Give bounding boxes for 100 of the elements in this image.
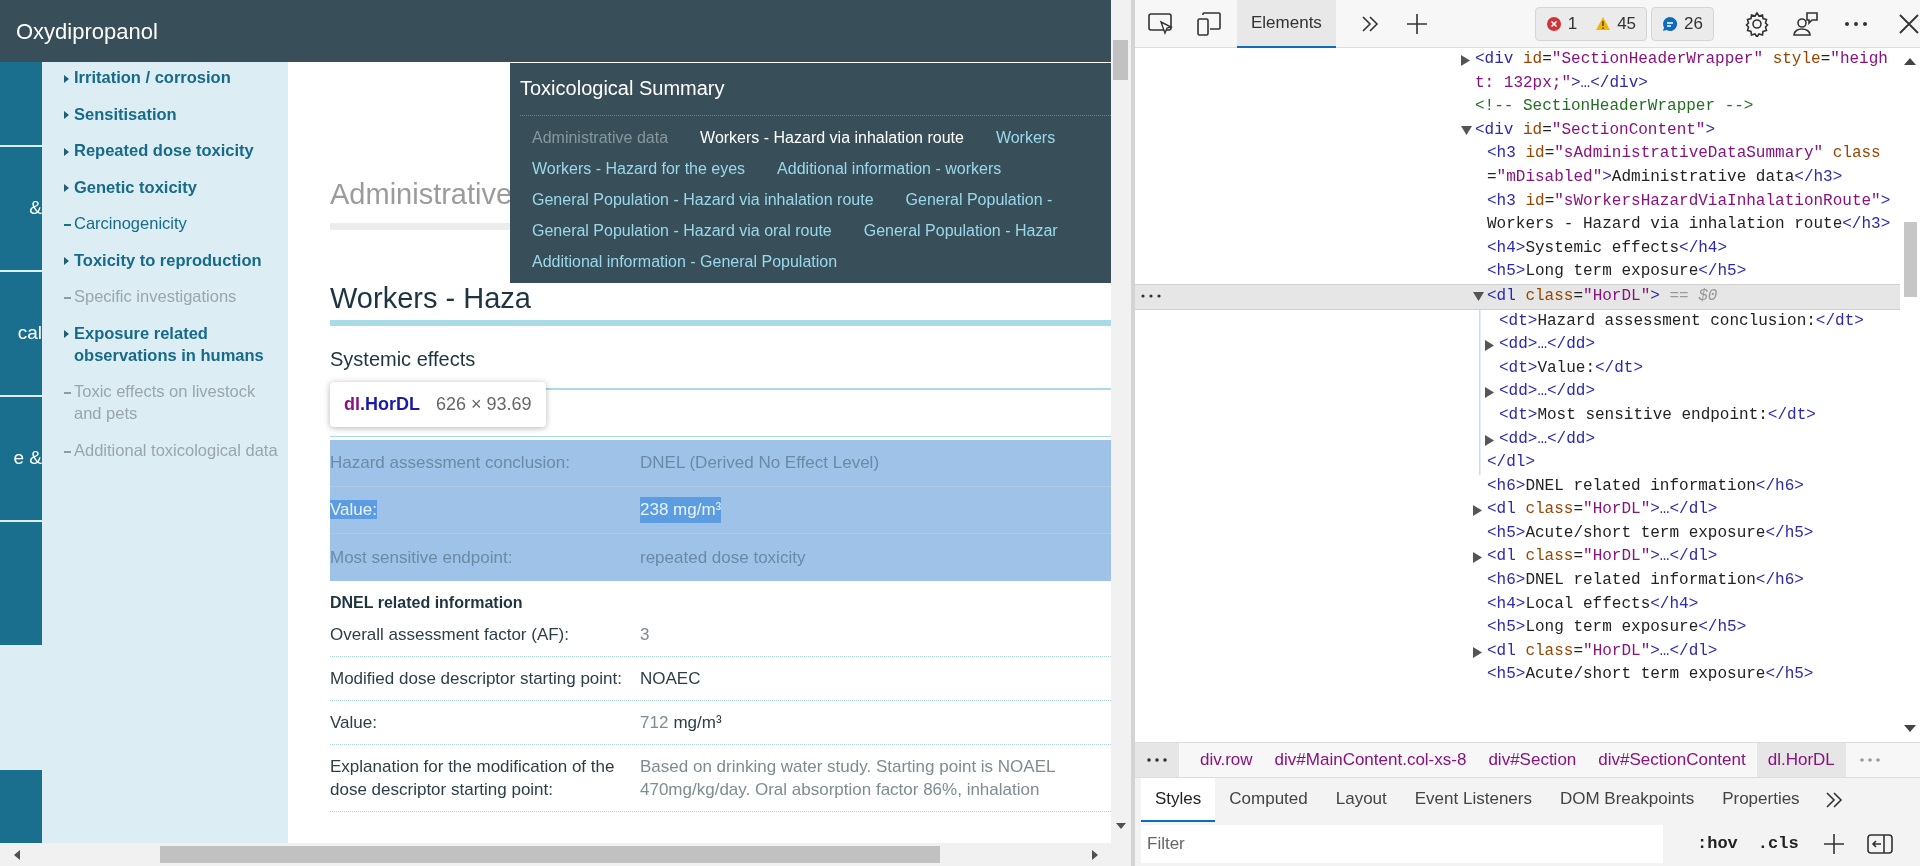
nav-link[interactable]: Repeated dose toxicity [74,139,254,161]
field-label: Value: [330,712,378,734]
dom-node[interactable]: <dl class="HorDL">…</dl> [1487,498,1718,522]
caret-icon[interactable] [1473,505,1482,517]
nav-link[interactable]: Irritation / corrosion [74,66,231,88]
panel-tab[interactable]: Styles [1141,778,1216,822]
side-tab-label: & [29,196,42,221]
nav-link[interactable]: Genetic toxicity [74,175,197,198]
more-icon[interactable] [1141,293,1161,298]
panel-tab[interactable]: DOM Breakpoints [1545,778,1709,822]
dom-node[interactable]: <h3 id="sWorkersHazardViaInhalationRoute"> Workers - Hazard via inhalation route</h3> [1487,189,1894,237]
side-tab[interactable]: & [0,147,42,270]
panel-tab[interactable]: Properties [1708,778,1814,822]
summary-link[interactable]: General Population - Hazard via oral route [532,218,832,243]
summary-link[interactable]: General Population - Hazard via inhalation route [532,187,874,212]
nav-link[interactable]: Toxicity to reproduction [74,248,262,271]
nav-link[interactable]: Exposure related observations in humans [74,321,284,366]
issues-badge[interactable]: 1 45 [1534,6,1648,41]
messages-badge[interactable]: 26 [1651,6,1714,41]
caret-icon[interactable] [1485,387,1494,399]
panel-tab[interactable]: Computed [1215,778,1322,822]
panel-tab[interactable]: Layout [1321,778,1401,822]
dom-node[interactable]: <h6>DNEL related information</h6> [1487,474,1804,499]
toggle-button[interactable]: :hov [1687,831,1748,857]
caret-icon[interactable] [1473,552,1482,564]
summary-link[interactable]: Workers [995,125,1056,150]
settings-icon[interactable] [1744,10,1770,37]
scrollbar[interactable] [1111,0,1131,843]
section-heading: Administrative [330,177,513,211]
nav-link[interactable]: Sensitisation [74,102,177,125]
right-arrow-icon[interactable] [1092,850,1098,860]
caret-icon[interactable] [1473,291,1484,301]
breadcrumb[interactable]: div#Section [1477,743,1588,777]
dom-node[interactable]: <dl class="HorDL">…</dl> [1487,545,1718,570]
dom-node[interactable]: <h5>Long term exposure</h5> [1487,616,1747,640]
field-value: repeated dose toxicity [640,546,806,569]
scrollbar-thumb[interactable] [160,846,940,863]
summary-link[interactable]: Workers - Hazard via inhalation route [700,125,964,150]
dom-node[interactable]: <h5>Acute/short term exposure</h5> [1487,663,1814,688]
inspect-icon[interactable] [1147,10,1175,37]
add-icon[interactable] [1822,833,1845,855]
scrollbar-thumb[interactable] [1904,222,1917,297]
breadcrumb[interactable]: div#MainContent.col-xs-8 [1263,743,1478,777]
panel-tab[interactable]: Event Listeners [1400,778,1546,822]
summary-link[interactable]: General Population - Hazar [863,218,1058,243]
breadcrumb[interactable]: div.row [1189,743,1264,777]
dom-node[interactable]: <h5>Long term exposure</h5> [1487,260,1747,284]
field-value: Based on drinking water study. Starting point is NOAEL 470mg/kg/day. Oral absorption factor 86%, inhalation [640,756,1056,801]
up-arrow-icon[interactable] [1904,58,1916,65]
dom-node[interactable]: <dt>Hazard assessment conclusion:</dt> [1499,309,1864,334]
people-icon[interactable] [1792,10,1820,37]
dom-node[interactable]: <dt>Value:</dt> [1499,356,1644,381]
summary-link[interactable]: Additional information - workers [777,156,1002,181]
dom-node[interactable]: <h3 id="sAdministrativeDataSummary" class ="mDisabled">Administrative data</h3> [1487,142,1894,190]
add-icon[interactable] [1405,12,1428,35]
dom-node[interactable]: <h6>DNEL related information</h6> [1487,569,1804,593]
caret-icon[interactable] [1485,434,1494,446]
caret-icon[interactable] [1461,55,1470,66]
side-tab[interactable]: cal [0,272,42,395]
left-arrow-icon[interactable] [14,850,20,860]
chevrons-icon[interactable] [1359,14,1380,33]
dom-node[interactable]: <div id="SectionHeaderWrapper" style="height: 132px;">…</div> [1475,48,1894,96]
dom-node[interactable]: <!-- SectionHeaderWrapper --> [1475,95,1754,119]
summary-link[interactable]: Workers - Hazard for the eyes [532,156,746,181]
field-value: 3 [640,624,650,646]
device-icon[interactable] [1195,9,1223,38]
down-arrow-icon[interactable] [1904,725,1916,732]
summary-link[interactable]: General Population - [905,187,1053,212]
dom-node[interactable]: </dl> [1487,451,1535,475]
side-tab[interactable]: e & [0,397,42,520]
panel-tab[interactable]: Elements [1237,0,1336,48]
down-arrow-icon[interactable] [1116,823,1126,829]
summary-link[interactable]: Additional information - General Population [532,249,838,274]
filter-field[interactable]: Filter [1141,825,1663,863]
more-icon[interactable] [1147,758,1167,762]
chevrons-icon[interactable] [1823,791,1844,809]
caret-icon[interactable] [1473,646,1482,658]
caret-icon[interactable] [1461,125,1472,135]
dom-node[interactable]: <dd>…</dd> [1499,333,1595,357]
scrollbar[interactable] [0,843,1131,866]
scrollbar-thumb[interactable] [1113,40,1128,80]
breadcrumb[interactable]: dl.HorDL [1756,743,1846,777]
field-label: Value: [330,500,377,520]
more-icon[interactable] [1844,20,1868,27]
dom-node[interactable]: <dt>Most sensitive endpoint:</dt> [1499,403,1816,428]
toggle-button[interactable]: .cls [1747,831,1809,857]
dom-node[interactable]: <div id="SectionContent"> [1475,118,1716,143]
dom-node[interactable]: <dd>…</dd> [1499,380,1595,404]
dom-node[interactable]: <h4>Systemic effects</h4> [1487,236,1728,261]
warning-count: 45 [1617,12,1637,35]
dom-node[interactable]: <h4>Local effects</h4> [1487,592,1699,617]
dom-node[interactable]: <dl class="HorDL">…</dl> [1487,639,1718,664]
sidebar-toggle-icon[interactable] [1866,834,1893,854]
caret-icon[interactable] [1485,340,1494,352]
element-selector: dl.HorDL [344,393,420,416]
close-icon[interactable] [1898,12,1920,35]
dom-node[interactable]: <h5>Acute/short term exposure</h5> [1487,521,1814,546]
dom-node[interactable]: <dd>…</dd> [1499,427,1595,452]
breadcrumb[interactable]: div#SectionContent [1587,743,1757,777]
nav-link[interactable]: Carcinogenicity [74,212,187,234]
